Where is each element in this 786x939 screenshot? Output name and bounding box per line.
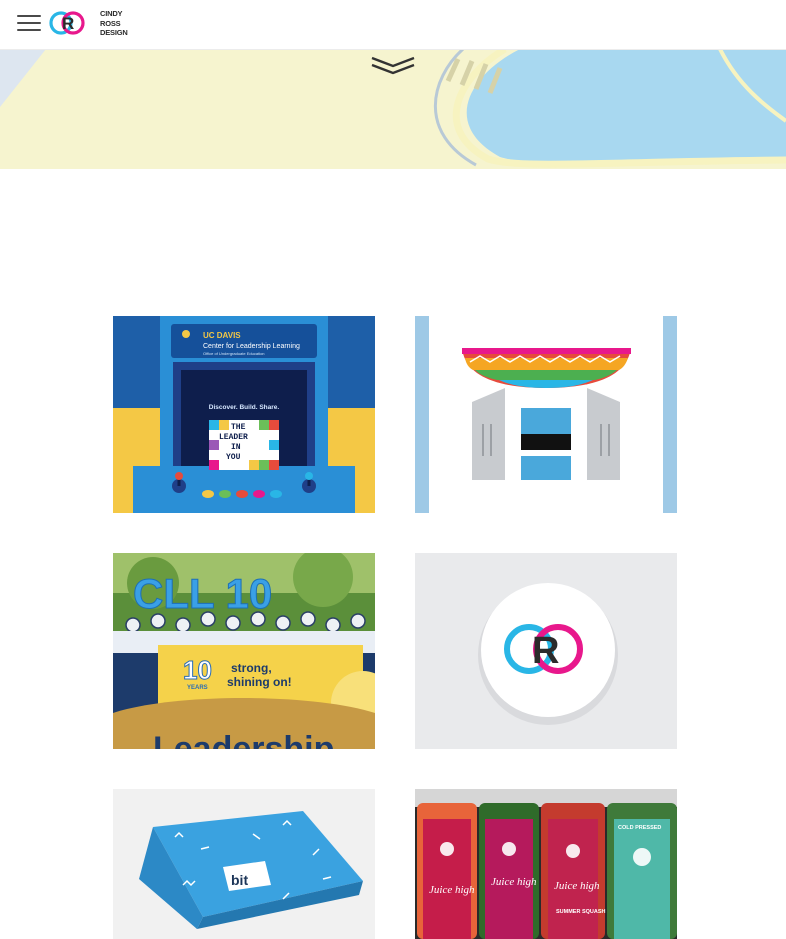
cll10-banner-line-2: shining on! [227, 675, 292, 689]
juice-bottle-label-3: Juice high [554, 880, 600, 892]
portfolio-tile-pride-pillars[interactable] [415, 316, 677, 513]
juice-bottle-tag: COLD PRESSED [618, 825, 661, 831]
cr-logo-letter: R [532, 630, 559, 672]
arcade-grid-word-2: LEADER [219, 433, 248, 442]
juice-bottles-photo: Juice high Juice high Juice high SUMMER … [415, 789, 677, 939]
brand-line-3: DESIGN [100, 28, 128, 37]
brand-name: CINDY ROSS DESIGN [100, 9, 128, 38]
cll10-banner-years: 10 [183, 655, 212, 685]
cll10-balloon-text: CLL 10 [133, 570, 272, 617]
arcade-screen-caption: Discover. Build. Share. [209, 404, 280, 411]
cll10-banner-line-1: strong, [231, 661, 272, 675]
juice-bottle-note: SUMMER SQUASH [556, 909, 606, 915]
arcade-header-line-2: Center for Leadership Learning [203, 343, 300, 350]
logo-mark-letter: R [62, 14, 74, 33]
cll10-photo: CLL 10 10 YEARS strong, shining on! Lead… [113, 553, 375, 749]
cr-logo-card: R [415, 553, 677, 749]
portfolio-tile-cll10[interactable]: CLL 10 10 YEARS strong, shining on! Lead… [113, 553, 375, 749]
site-header: R CINDY ROSS DESIGN [0, 0, 786, 50]
portfolio-tile-arcade[interactable]: UC DAVIS Center for Leadership Learning … [113, 316, 375, 513]
arcade-header-line-3: Office of Undergraduate Education [203, 351, 265, 356]
cll10-banner-years-label: YEARS [187, 685, 208, 691]
bit-box-photo: bit [113, 789, 375, 939]
bit-box-label: bit [231, 872, 248, 888]
hero-banner [0, 49, 786, 169]
portfolio-tile-bit-box[interactable]: bit [113, 789, 375, 939]
arcade-illustration: UC DAVIS Center for Leadership Learning … [113, 316, 375, 513]
portfolio-tile-juice-high[interactable]: Juice high Juice high Juice high SUMMER … [415, 789, 677, 939]
juice-bottle-label-1: Juice high [429, 884, 475, 896]
cll10-bottom-text: Leadership [153, 730, 334, 749]
brand-line-1: CINDY [100, 9, 123, 18]
juice-bottle-label-2: Juice high [491, 876, 537, 888]
arcade-grid-word-3: IN [231, 443, 241, 452]
arcade-grid-word-1: THE [231, 423, 246, 432]
hamburger-menu-icon[interactable] [17, 13, 41, 33]
brand-line-2: ROSS [100, 18, 121, 28]
portfolio-tile-cr-logo[interactable]: R [415, 553, 677, 749]
arcade-header-line-1: UC DAVIS [203, 331, 241, 340]
pride-pillars-illustration [415, 316, 677, 513]
brand-logo[interactable]: R CINDY ROSS DESIGN [49, 7, 128, 41]
arcade-grid-word-4: YOU [226, 453, 241, 462]
double-chevron-down-icon[interactable] [370, 55, 416, 77]
cr-logo-mark-icon: R [49, 11, 85, 35]
